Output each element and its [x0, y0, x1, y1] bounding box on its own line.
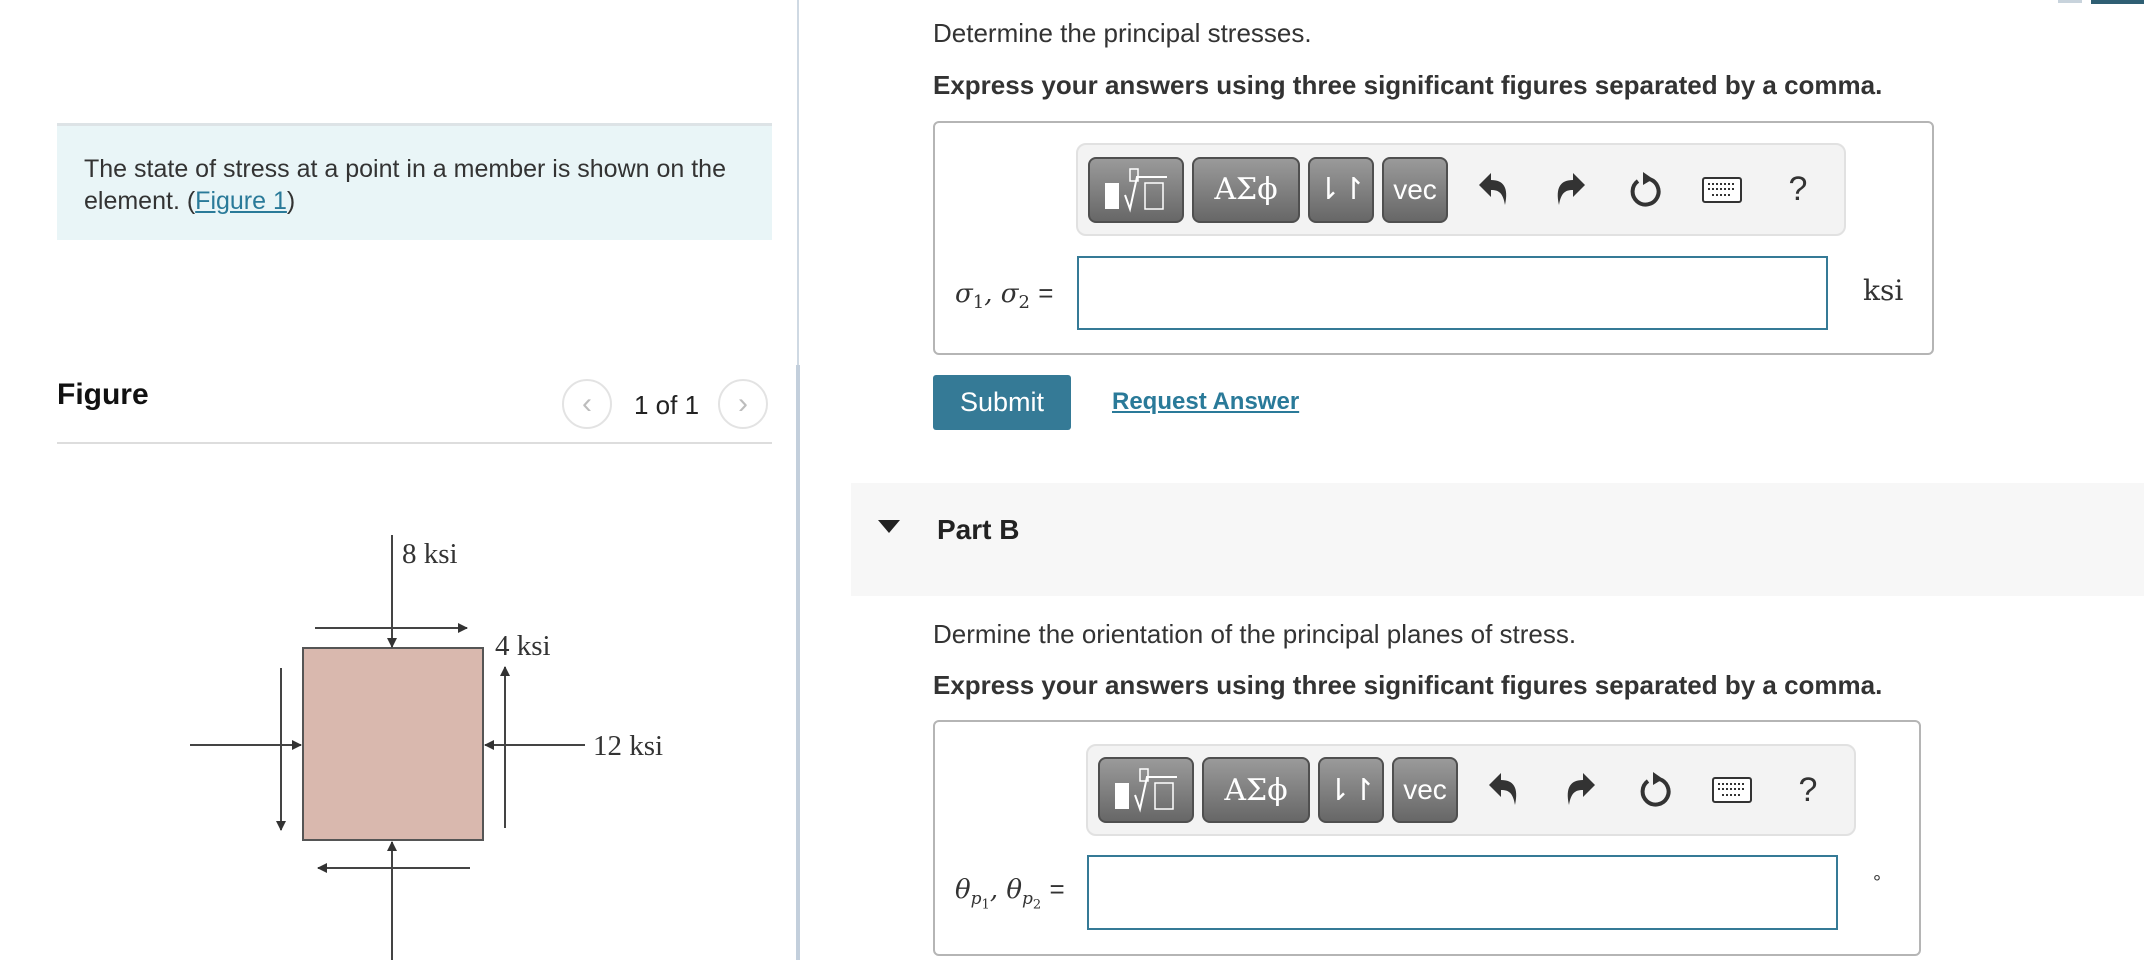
- chevron-left-icon: ‹: [582, 387, 592, 420]
- previous-figure-button[interactable]: ‹: [562, 379, 612, 429]
- keyboard-button[interactable]: [1694, 757, 1770, 823]
- next-figure-button[interactable]: ›: [718, 379, 768, 429]
- chevron-right-icon: ›: [738, 387, 748, 420]
- part-a-math-toolbar: ΑΣϕ ⇂↾ vec ?: [1076, 143, 1846, 236]
- submit-button[interactable]: Submit: [933, 375, 1071, 430]
- part-b-answer-input[interactable]: [1087, 855, 1838, 930]
- part-a-unit: ksi: [1863, 274, 1904, 307]
- undo-button[interactable]: [1466, 757, 1542, 823]
- subscript-superscript-button[interactable]: ⇂↾: [1308, 156, 1374, 223]
- subscript-superscript-button[interactable]: ⇂↾: [1318, 757, 1384, 823]
- part-b-unit-degree: °: [1873, 872, 1881, 894]
- reset-icon: [1630, 171, 1661, 207]
- label-12-ksi: 12 ksi: [593, 730, 663, 762]
- templates-icon: [1105, 167, 1167, 213]
- stress-element: [302, 647, 484, 841]
- undo-icon: [1479, 172, 1507, 205]
- greek-symbols-button[interactable]: ΑΣϕ: [1192, 156, 1300, 223]
- part-b-math-toolbar: ΑΣϕ ⇂↾ vec ?: [1086, 744, 1856, 836]
- part-b-title: Part B: [937, 514, 1020, 545]
- pane-resize-handle[interactable]: [796, 365, 800, 960]
- undo-button[interactable]: [1456, 157, 1532, 223]
- label-8-ksi: 8 ksi: [402, 538, 458, 570]
- request-answer-link[interactable]: Request Answer: [1112, 388, 1299, 416]
- templates-button[interactable]: [1088, 156, 1184, 223]
- figure-page-indicator: 1 of 1: [634, 390, 700, 420]
- keyboard-icon: [1702, 176, 1742, 203]
- top-right-partial-element: [2058, 0, 2082, 3]
- undo-icon: [1489, 773, 1517, 805]
- redo-button[interactable]: [1542, 757, 1618, 823]
- greek-symbols-button[interactable]: ΑΣϕ: [1202, 757, 1310, 823]
- part-a-instruction: Express your answers using three signifi…: [933, 70, 1883, 100]
- figure-divider: [57, 442, 772, 444]
- reset-button[interactable]: [1608, 157, 1684, 223]
- label-4-ksi: 4 ksi: [495, 630, 551, 662]
- reset-button[interactable]: [1618, 757, 1694, 823]
- part-b-prompt: Dermine the orientation of the principal…: [933, 619, 1577, 649]
- templates-button[interactable]: [1098, 757, 1194, 823]
- part-b-header[interactable]: [851, 483, 2144, 596]
- vector-button[interactable]: vec: [1392, 757, 1458, 823]
- part-a-prompt: Determine the principal stresses.: [933, 18, 1312, 48]
- keyboard-button[interactable]: [1684, 157, 1760, 223]
- part-b-instruction: Express your answers using three signifi…: [933, 670, 1883, 700]
- figure-link[interactable]: Figure 1: [195, 187, 287, 215]
- problem-intro: The state of stress at a point in a memb…: [57, 123, 772, 240]
- help-button[interactable]: ?: [1770, 757, 1846, 823]
- redo-icon: [1567, 773, 1595, 805]
- help-button[interactable]: ?: [1760, 157, 1836, 223]
- stress-element-figure: 8 ksi 4 ksi 12 ksi: [190, 535, 663, 960]
- figure-heading: Figure: [57, 378, 149, 411]
- templates-icon: [1115, 768, 1177, 813]
- collapse-triangle-icon[interactable]: [878, 520, 900, 533]
- redo-icon: [1557, 172, 1585, 205]
- problem-text: The state of stress at a point in a memb…: [84, 155, 726, 215]
- keyboard-icon: [1712, 777, 1752, 803]
- part-a-answer-label: σ1, σ2 =: [955, 278, 1054, 314]
- vector-button[interactable]: vec: [1382, 156, 1448, 223]
- pane-divider: [797, 0, 799, 365]
- reset-icon: [1640, 772, 1671, 807]
- redo-button[interactable]: [1532, 157, 1608, 223]
- top-right-partial-bar: [2091, 0, 2144, 4]
- part-a-answer-input[interactable]: [1077, 256, 1828, 330]
- part-b-answer-label: θp1, θp2 =: [955, 874, 1065, 913]
